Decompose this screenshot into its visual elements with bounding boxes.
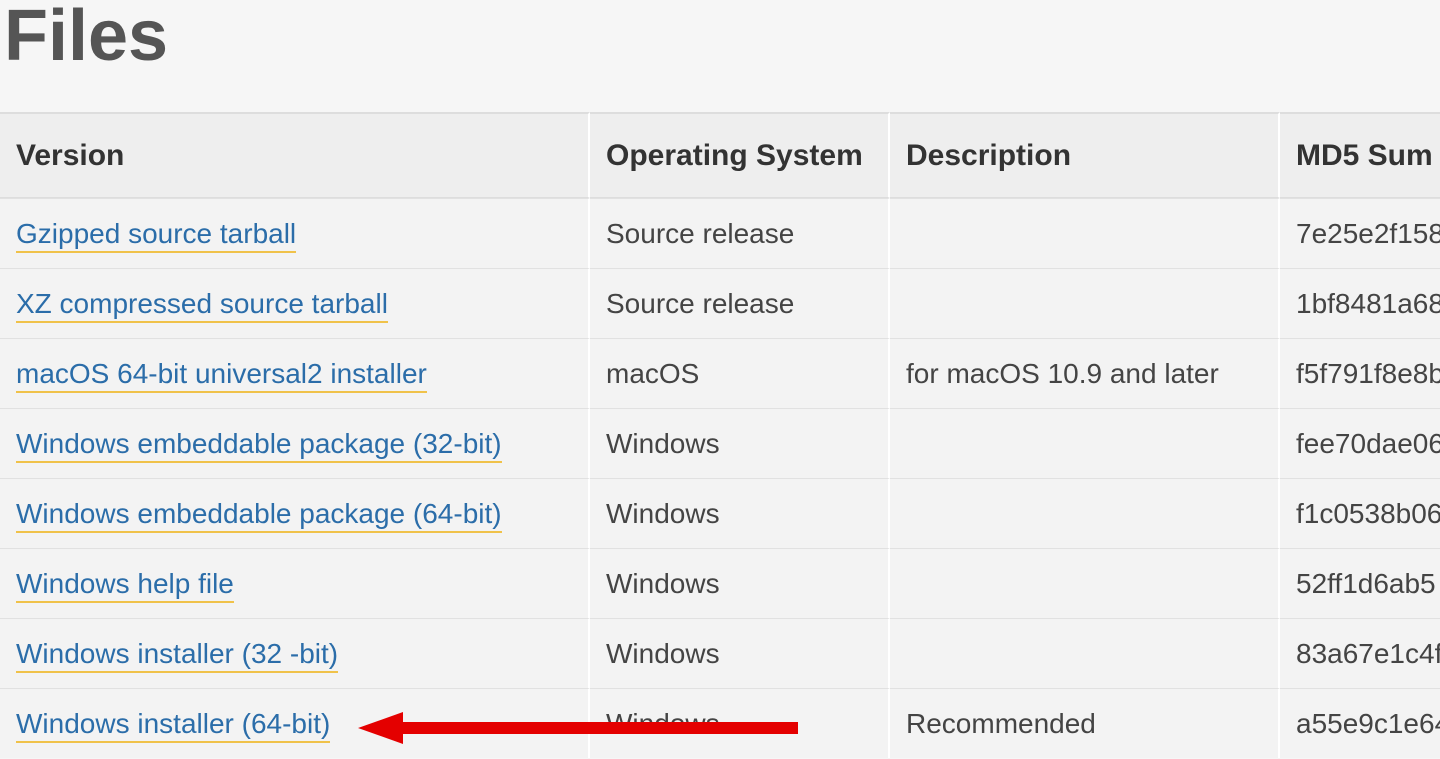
desc-cell <box>890 548 1280 618</box>
download-link[interactable]: Gzipped source tarball <box>16 218 296 253</box>
os-cell: Source release <box>590 198 890 268</box>
desc-cell: Recommended <box>890 688 1280 758</box>
table-row: Windows embeddable package (64-bit) Wind… <box>0 478 1440 548</box>
table-row: Windows installer (32 -bit) Windows 83a6… <box>0 618 1440 688</box>
files-heading: Files <box>0 0 1440 72</box>
os-cell: Windows <box>590 548 890 618</box>
os-cell: Windows <box>590 688 890 758</box>
col-md5: MD5 Sum <box>1280 112 1440 198</box>
table-row: Windows help file Windows 52ff1d6ab5 <box>0 548 1440 618</box>
col-os: Operating System <box>590 112 890 198</box>
table-row: macOS 64-bit universal2 installer macOS … <box>0 338 1440 408</box>
download-link[interactable]: Windows installer (32 -bit) <box>16 638 338 673</box>
download-link[interactable]: macOS 64-bit universal2 installer <box>16 358 427 393</box>
desc-cell <box>890 478 1280 548</box>
desc-cell: for macOS 10.9 and later <box>890 338 1280 408</box>
table-row: XZ compressed source tarball Source rele… <box>0 268 1440 338</box>
os-cell: macOS <box>590 338 890 408</box>
col-version: Version <box>0 112 590 198</box>
md5-cell: 1bf8481a68 <box>1280 268 1440 338</box>
download-link[interactable]: Windows embeddable package (64-bit) <box>16 498 502 533</box>
table-row: Windows embeddable package (32-bit) Wind… <box>0 408 1440 478</box>
table-row: Gzipped source tarball Source release 7e… <box>0 198 1440 268</box>
files-table: Version Operating System Description MD5… <box>0 112 1440 758</box>
md5-cell: 83a67e1c4f <box>1280 618 1440 688</box>
table-header-row: Version Operating System Description MD5… <box>0 112 1440 198</box>
md5-cell: f5f791f8e8b <box>1280 338 1440 408</box>
download-link[interactable]: Windows embeddable package (32-bit) <box>16 428 502 463</box>
os-cell: Source release <box>590 268 890 338</box>
desc-cell <box>890 198 1280 268</box>
md5-cell: fee70dae06 <box>1280 408 1440 478</box>
md5-cell: a55e9c1e64 <box>1280 688 1440 758</box>
download-link[interactable]: Windows installer (64-bit) <box>16 708 330 743</box>
md5-cell: 7e25e2f158 <box>1280 198 1440 268</box>
md5-cell: 52ff1d6ab5 <box>1280 548 1440 618</box>
download-link[interactable]: XZ compressed source tarball <box>16 288 388 323</box>
table-row: Windows installer (64-bit) Windows Recom… <box>0 688 1440 758</box>
desc-cell <box>890 618 1280 688</box>
download-link[interactable]: Windows help file <box>16 568 234 603</box>
os-cell: Windows <box>590 478 890 548</box>
os-cell: Windows <box>590 408 890 478</box>
md5-cell: f1c0538b06 <box>1280 478 1440 548</box>
desc-cell <box>890 268 1280 338</box>
col-desc: Description <box>890 112 1280 198</box>
os-cell: Windows <box>590 618 890 688</box>
desc-cell <box>890 408 1280 478</box>
